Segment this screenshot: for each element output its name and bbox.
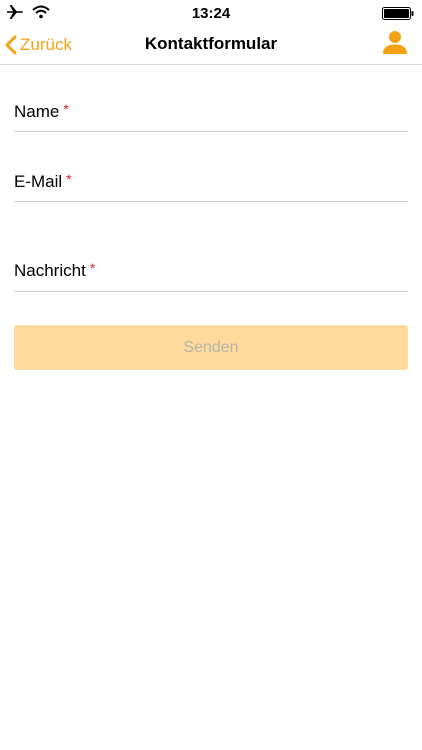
required-mark: * (66, 171, 72, 187)
message-field-label: Nachricht (14, 261, 86, 280)
message-field[interactable]: Nachricht * (14, 260, 408, 292)
status-bar: 13:24 (0, 0, 422, 28)
page-title: Kontaktformular (144, 34, 278, 53)
name-field-label: Name (14, 102, 60, 121)
required-mark: * (63, 101, 69, 117)
email-field[interactable]: E-Mail * (14, 171, 408, 202)
email-field-label: E-Mail (14, 172, 63, 191)
user-icon[interactable] (382, 30, 408, 56)
send-button[interactable]: Senden (14, 325, 408, 370)
required-mark: * (89, 260, 96, 276)
status-time: 13:24 (191, 5, 231, 22)
name-field[interactable]: Name * (14, 101, 408, 132)
navigation-bar: Zurück Kontaktformular (0, 28, 422, 65)
battery-icon (382, 7, 414, 20)
